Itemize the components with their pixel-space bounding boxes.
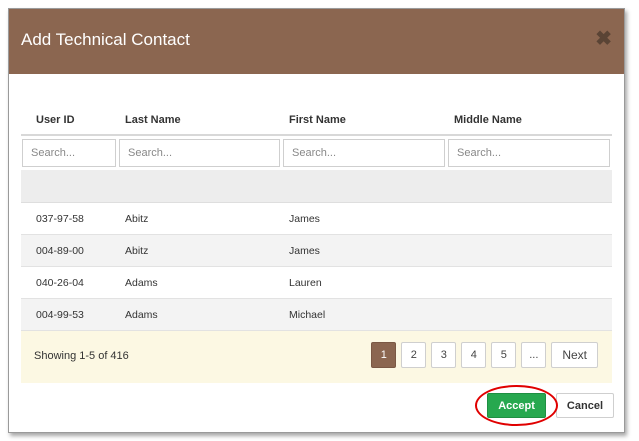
user-id-cell: 004-89-00 (36, 245, 84, 257)
table-row[interactable]: 004-99-53 Adams Michael (21, 299, 612, 331)
column-header-middle-name[interactable]: Middle Name (454, 114, 522, 126)
page-1-button[interactable]: 1 (371, 342, 397, 368)
column-header-user-id[interactable]: User ID (36, 114, 75, 126)
table-row[interactable]: 040-26-04 Adams Lauren (21, 267, 612, 299)
grid-filter-row (21, 136, 612, 170)
record-count-label: Showing 1-5 of 416 (34, 350, 129, 362)
page-3-button[interactable]: 3 (431, 342, 457, 368)
dialog-actions: Accept Cancel (475, 385, 614, 426)
first-name-cell: Lauren (289, 277, 322, 289)
grid-footer: Showing 1-5 of 416 1 2 3 4 5 ... Next (21, 331, 612, 383)
cancel-button[interactable]: Cancel (555, 393, 614, 418)
add-technical-contact-dialog: Add Technical Contact ✖ User ID Last Nam… (8, 8, 625, 433)
column-header-first-name[interactable]: First Name (289, 114, 346, 126)
dialog-header: Add Technical Contact ✖ (9, 9, 624, 74)
next-page-button[interactable]: Next (551, 342, 598, 368)
user-id-cell: 037-97-58 (36, 213, 84, 225)
user-id-cell: 004-99-53 (36, 309, 84, 321)
grid-header-row: User ID Last Name First Name Middle Name (21, 109, 612, 136)
page-ellipsis-button[interactable]: ... (521, 342, 547, 368)
page-4-button[interactable]: 4 (461, 342, 487, 368)
last-name-cell: Abitz (125, 245, 149, 257)
middle-name-search-input[interactable] (448, 139, 610, 167)
pagination: 1 2 3 4 5 ... Next (371, 342, 598, 368)
accept-highlight-circle: Accept (475, 385, 558, 426)
contacts-grid: User ID Last Name First Name Middle Name… (21, 109, 612, 383)
accept-button[interactable]: Accept (487, 393, 546, 418)
grid-empty-row (21, 170, 612, 203)
column-header-last-name[interactable]: Last Name (125, 114, 181, 126)
table-row[interactable]: 004-89-00 Abitz James (21, 235, 612, 267)
page-2-button[interactable]: 2 (401, 342, 427, 368)
close-icon[interactable]: ✖ (595, 29, 612, 49)
table-row[interactable]: 037-97-58 Abitz James (21, 203, 612, 235)
last-name-search-input[interactable] (119, 139, 280, 167)
last-name-cell: Adams (125, 309, 158, 321)
first-name-cell: Michael (289, 309, 326, 321)
dialog-title: Add Technical Contact (21, 30, 190, 49)
user-id-search-input[interactable] (22, 139, 116, 167)
user-id-cell: 040-26-04 (36, 277, 84, 289)
last-name-cell: Adams (125, 277, 158, 289)
first-name-cell: James (289, 245, 320, 257)
page-5-button[interactable]: 5 (491, 342, 517, 368)
last-name-cell: Abitz (125, 213, 149, 225)
first-name-cell: James (289, 213, 320, 225)
first-name-search-input[interactable] (283, 139, 445, 167)
